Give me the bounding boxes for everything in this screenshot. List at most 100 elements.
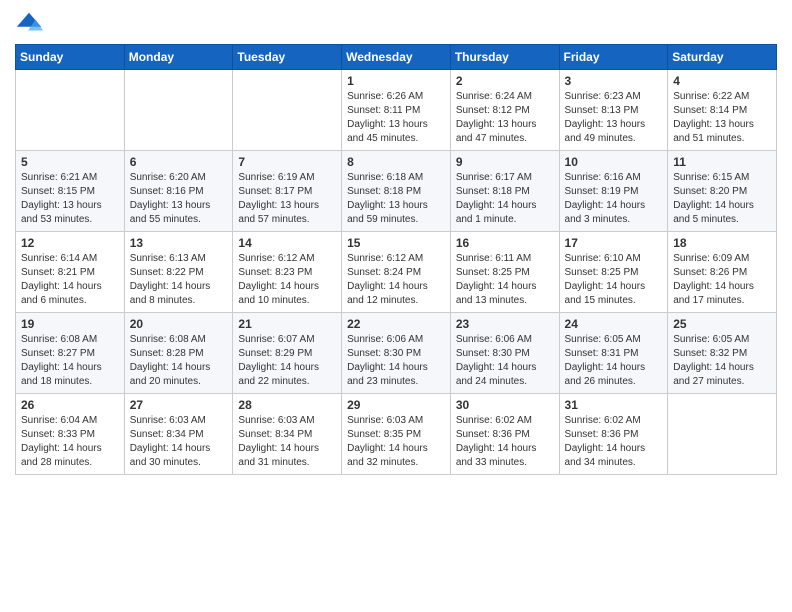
calendar-cell: 29 Sunrise: 6:03 AMSunset: 8:35 PMDayligh… bbox=[342, 394, 451, 475]
weekday-header-wednesday: Wednesday bbox=[342, 45, 451, 70]
calendar-cell: 14 Sunrise: 6:12 AMSunset: 8:23 PMDayligh… bbox=[233, 232, 342, 313]
day-number: 21 bbox=[238, 317, 336, 331]
calendar-cell: 2Sunrise: 6:24 AMSunset: 8:12 PMDaylight… bbox=[450, 70, 559, 151]
day-number: 23 bbox=[456, 317, 554, 331]
weekday-header-monday: Monday bbox=[124, 45, 233, 70]
day-info: Sunrise: 6:12 AMSunset: 8:23 PMDaylight:… bbox=[238, 252, 336, 308]
day-number: 19 bbox=[21, 317, 119, 331]
calendar-cell: 10Sunrise: 6:16 AMSunset: 8:19 PMDayligh… bbox=[559, 151, 668, 232]
day-info: Sunrise: 6:05 AMSunset: 8:31 PMDaylight:… bbox=[565, 333, 663, 389]
calendar-cell: 23 Sunrise: 6:06 AMSunset: 8:30 PMDayligh… bbox=[450, 313, 559, 394]
day-number: 17 bbox=[565, 236, 663, 250]
day-number: 10 bbox=[565, 155, 663, 169]
calendar-cell: 4Sunrise: 6:22 AMSunset: 8:14 PMDaylight… bbox=[668, 70, 777, 151]
day-info: Sunrise: 6:04 AMSunset: 8:33 PMDaylight:… bbox=[21, 414, 119, 470]
day-number: 6 bbox=[130, 155, 228, 169]
day-number: 16 bbox=[456, 236, 554, 250]
day-number: 1 bbox=[347, 74, 445, 88]
calendar-cell: 11 Sunrise: 6:15 AMSunset: 8:20 PMDayligh… bbox=[668, 151, 777, 232]
calendar-cell: 31 Sunrise: 6:02 AMSunset: 8:36 PMDayligh… bbox=[559, 394, 668, 475]
calendar-cell: 16 Sunrise: 6:11 AMSunset: 8:25 PMDayligh… bbox=[450, 232, 559, 313]
day-info: Sunrise: 6:10 AMSunset: 8:25 PMDaylight:… bbox=[565, 252, 663, 308]
day-number: 13 bbox=[130, 236, 228, 250]
calendar-week-row: 26 Sunrise: 6:04 AMSunset: 8:33 PMDayligh… bbox=[16, 394, 777, 475]
day-info: Sunrise: 6:06 AMSunset: 8:30 PMDaylight:… bbox=[456, 333, 554, 389]
calendar-cell: 25 Sunrise: 6:05 AMSunset: 8:32 PMDayligh… bbox=[668, 313, 777, 394]
day-number: 31 bbox=[565, 398, 663, 412]
logo-icon bbox=[15, 10, 43, 38]
day-info: Sunrise: 6:06 AMSunset: 8:30 PMDaylight:… bbox=[347, 333, 445, 389]
calendar-week-row: 12Sunrise: 6:14 AMSunset: 8:21 PMDayligh… bbox=[16, 232, 777, 313]
calendar-cell: 21 Sunrise: 6:07 AMSunset: 8:29 PMDayligh… bbox=[233, 313, 342, 394]
weekday-header-sunday: Sunday bbox=[16, 45, 125, 70]
weekday-header-friday: Friday bbox=[559, 45, 668, 70]
calendar-cell: 17 Sunrise: 6:10 AMSunset: 8:25 PMDayligh… bbox=[559, 232, 668, 313]
day-number: 12 bbox=[21, 236, 119, 250]
day-number: 27 bbox=[130, 398, 228, 412]
day-number: 26 bbox=[21, 398, 119, 412]
day-info: Sunrise: 6:19 AMSunset: 8:17 PMDaylight:… bbox=[238, 171, 336, 227]
day-info: Sunrise: 6:07 AMSunset: 8:29 PMDaylight:… bbox=[238, 333, 336, 389]
calendar-cell: 26 Sunrise: 6:04 AMSunset: 8:33 PMDayligh… bbox=[16, 394, 125, 475]
page-header bbox=[15, 10, 777, 38]
logo bbox=[15, 10, 47, 38]
day-number: 2 bbox=[456, 74, 554, 88]
day-number: 15 bbox=[347, 236, 445, 250]
day-number: 29 bbox=[347, 398, 445, 412]
calendar-cell: 20 Sunrise: 6:08 AMSunset: 8:28 PMDayligh… bbox=[124, 313, 233, 394]
calendar-cell bbox=[16, 70, 125, 151]
calendar-week-row: 1 Sunrise: 6:26 AMSunset: 8:11 PMDaylight… bbox=[16, 70, 777, 151]
day-info: Sunrise: 6:26 AMSunset: 8:11 PMDaylight:… bbox=[347, 90, 445, 146]
calendar-cell: 28 Sunrise: 6:03 AMSunset: 8:34 PMDayligh… bbox=[233, 394, 342, 475]
day-number: 3 bbox=[565, 74, 663, 88]
day-info: Sunrise: 6:22 AMSunset: 8:14 PMDaylight:… bbox=[673, 90, 771, 146]
day-number: 20 bbox=[130, 317, 228, 331]
calendar-cell: 9 Sunrise: 6:17 AMSunset: 8:18 PMDaylight… bbox=[450, 151, 559, 232]
day-number: 8 bbox=[347, 155, 445, 169]
day-info: Sunrise: 6:05 AMSunset: 8:32 PMDaylight:… bbox=[673, 333, 771, 389]
calendar-cell: 1 Sunrise: 6:26 AMSunset: 8:11 PMDaylight… bbox=[342, 70, 451, 151]
day-info: Sunrise: 6:08 AMSunset: 8:27 PMDaylight:… bbox=[21, 333, 119, 389]
day-info: Sunrise: 6:02 AMSunset: 8:36 PMDaylight:… bbox=[456, 414, 554, 470]
calendar-cell: 8Sunrise: 6:18 AMSunset: 8:18 PMDaylight… bbox=[342, 151, 451, 232]
calendar-cell: 13 Sunrise: 6:13 AMSunset: 8:22 PMDayligh… bbox=[124, 232, 233, 313]
day-number: 28 bbox=[238, 398, 336, 412]
day-info: Sunrise: 6:03 AMSunset: 8:34 PMDaylight:… bbox=[238, 414, 336, 470]
day-info: Sunrise: 6:09 AMSunset: 8:26 PMDaylight:… bbox=[673, 252, 771, 308]
day-info: Sunrise: 6:11 AMSunset: 8:25 PMDaylight:… bbox=[456, 252, 554, 308]
calendar-cell: 18Sunrise: 6:09 AMSunset: 8:26 PMDayligh… bbox=[668, 232, 777, 313]
calendar-cell: 5 Sunrise: 6:21 AMSunset: 8:15 PMDaylight… bbox=[16, 151, 125, 232]
day-number: 25 bbox=[673, 317, 771, 331]
day-info: Sunrise: 6:23 AMSunset: 8:13 PMDaylight:… bbox=[565, 90, 663, 146]
day-info: Sunrise: 6:03 AMSunset: 8:35 PMDaylight:… bbox=[347, 414, 445, 470]
day-number: 14 bbox=[238, 236, 336, 250]
calendar-cell bbox=[124, 70, 233, 151]
day-number: 5 bbox=[21, 155, 119, 169]
weekday-header-tuesday: Tuesday bbox=[233, 45, 342, 70]
day-number: 7 bbox=[238, 155, 336, 169]
calendar-cell: 7 Sunrise: 6:19 AMSunset: 8:17 PMDaylight… bbox=[233, 151, 342, 232]
day-number: 24 bbox=[565, 317, 663, 331]
day-info: Sunrise: 6:20 AMSunset: 8:16 PMDaylight:… bbox=[130, 171, 228, 227]
calendar-cell: 19 Sunrise: 6:08 AMSunset: 8:27 PMDayligh… bbox=[16, 313, 125, 394]
calendar-week-row: 5 Sunrise: 6:21 AMSunset: 8:15 PMDaylight… bbox=[16, 151, 777, 232]
day-info: Sunrise: 6:21 AMSunset: 8:15 PMDaylight:… bbox=[21, 171, 119, 227]
day-number: 30 bbox=[456, 398, 554, 412]
calendar-week-row: 19 Sunrise: 6:08 AMSunset: 8:27 PMDayligh… bbox=[16, 313, 777, 394]
day-number: 11 bbox=[673, 155, 771, 169]
day-info: Sunrise: 6:03 AMSunset: 8:34 PMDaylight:… bbox=[130, 414, 228, 470]
calendar-cell: 15 Sunrise: 6:12 AMSunset: 8:24 PMDayligh… bbox=[342, 232, 451, 313]
day-number: 9 bbox=[456, 155, 554, 169]
calendar-cell: 6 Sunrise: 6:20 AMSunset: 8:16 PMDaylight… bbox=[124, 151, 233, 232]
calendar-cell: 24 Sunrise: 6:05 AMSunset: 8:31 PMDayligh… bbox=[559, 313, 668, 394]
day-info: Sunrise: 6:08 AMSunset: 8:28 PMDaylight:… bbox=[130, 333, 228, 389]
weekday-header-thursday: Thursday bbox=[450, 45, 559, 70]
calendar-table: SundayMondayTuesdayWednesdayThursdayFrid… bbox=[15, 44, 777, 475]
day-info: Sunrise: 6:17 AMSunset: 8:18 PMDaylight:… bbox=[456, 171, 554, 227]
calendar-cell: 22Sunrise: 6:06 AMSunset: 8:30 PMDayligh… bbox=[342, 313, 451, 394]
day-info: Sunrise: 6:02 AMSunset: 8:36 PMDaylight:… bbox=[565, 414, 663, 470]
day-info: Sunrise: 6:13 AMSunset: 8:22 PMDaylight:… bbox=[130, 252, 228, 308]
day-info: Sunrise: 6:12 AMSunset: 8:24 PMDaylight:… bbox=[347, 252, 445, 308]
day-info: Sunrise: 6:15 AMSunset: 8:20 PMDaylight:… bbox=[673, 171, 771, 227]
weekday-header-saturday: Saturday bbox=[668, 45, 777, 70]
